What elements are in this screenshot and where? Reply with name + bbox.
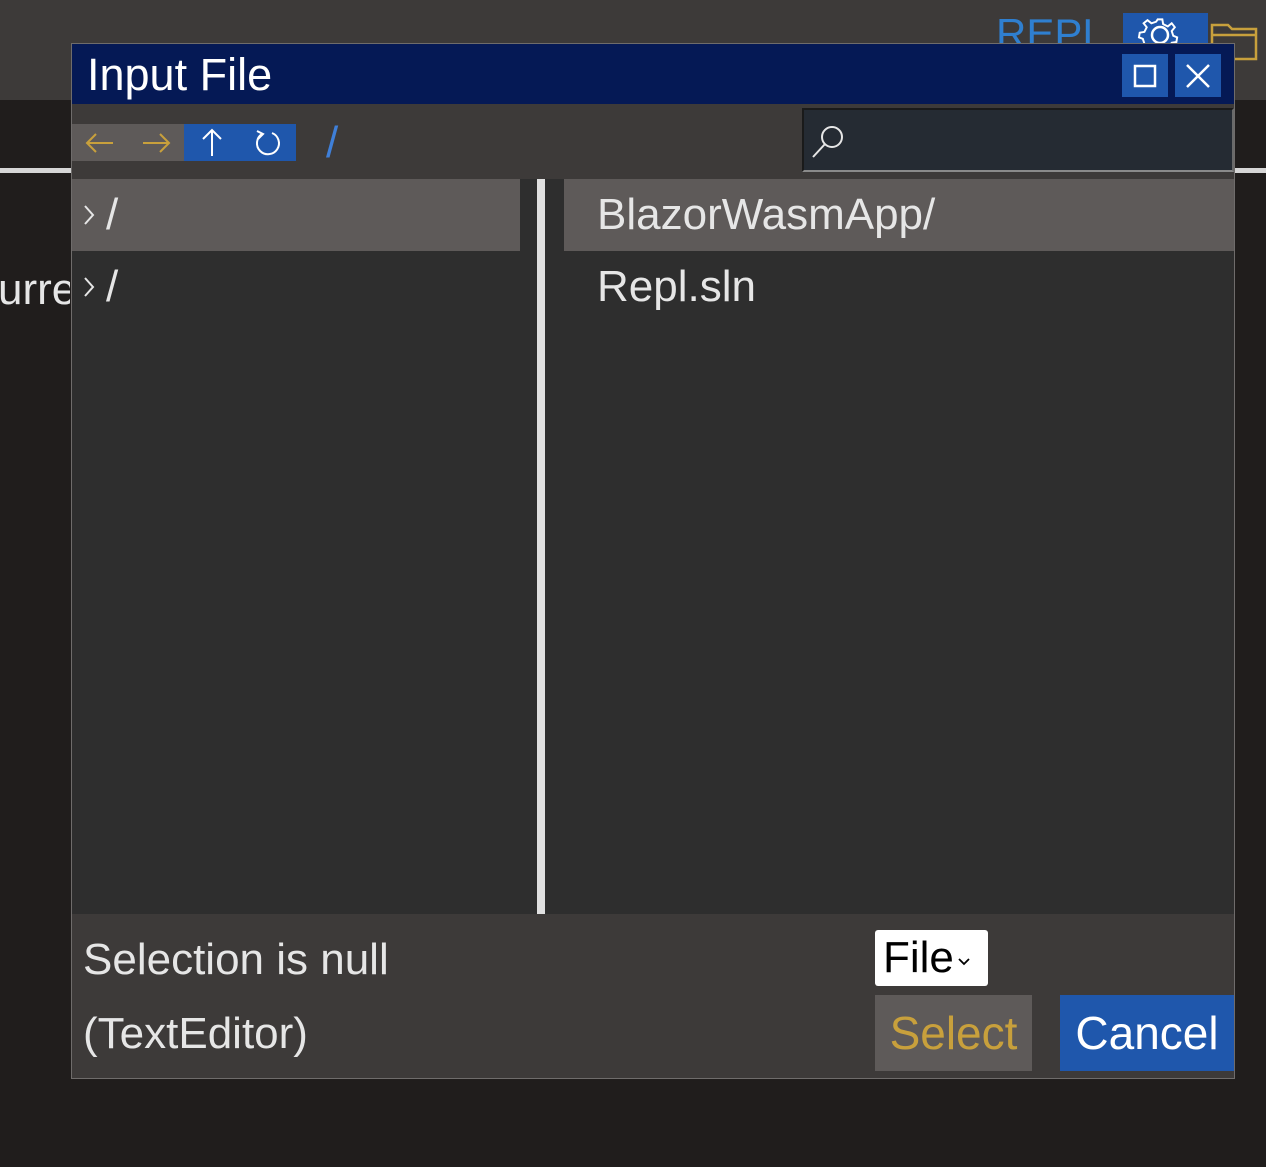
nav-buttons [72,124,296,161]
file-item[interactable]: BlazorWasmApp/ [564,179,1234,251]
file-item[interactable]: Repl.sln [564,251,1234,323]
close-button[interactable] [1175,54,1221,97]
dialog-title: Input File [87,49,273,100]
pane-splitter[interactable] [537,179,545,914]
up-button[interactable] [184,124,240,161]
file-item-label: BlazorWasmApp/ [597,190,936,239]
tree-item[interactable]: / [72,251,520,323]
search-input[interactable] [854,118,1228,164]
file-item-label: Repl.sln [597,262,756,311]
refresh-button[interactable] [240,124,296,161]
close-icon [1186,63,1210,88]
back-button[interactable] [72,124,128,161]
file-type-select[interactable]: File [875,930,988,986]
forward-button[interactable] [128,124,184,161]
refresh-icon [255,129,280,155]
search-box[interactable] [802,108,1234,172]
tree-item-label: / [106,262,119,311]
browser-panes: / / BlazorWasmApp/ Repl.sln [72,179,1234,914]
arrow-left-icon [85,132,113,153]
dialog-toolbar: / [72,104,1234,174]
selection-status: Selection is null [83,935,389,984]
chevron-down-icon [958,958,970,966]
dialog-footer: Selection is null (TextEditor) File Sele… [72,914,1234,1078]
cancel-button[interactable]: Cancel [1060,995,1234,1071]
input-file-dialog: Input File / / / BlazorWasmApp/ Repl.sln… [71,43,1235,1079]
context-status: (TextEditor) [83,1009,308,1058]
tree-item-label: / [106,190,119,239]
maximize-button[interactable] [1122,54,1168,97]
current-path[interactable]: / [326,118,338,168]
select-button[interactable]: Select [875,995,1032,1071]
arrow-right-icon [143,132,171,153]
chevron-right-icon[interactable] [72,204,106,226]
tree-item[interactable]: / [72,179,520,251]
arrow-up-icon [202,128,222,156]
file-list: BlazorWasmApp/ Repl.sln [564,179,1234,914]
search-icon [812,126,843,158]
folder-tree: / / [72,179,520,914]
dialog-titlebar[interactable]: Input File [72,44,1234,104]
file-type-value: File [883,933,954,982]
maximize-icon [1133,64,1157,87]
background-text: urre [0,265,70,314]
chevron-right-icon[interactable] [72,276,106,298]
